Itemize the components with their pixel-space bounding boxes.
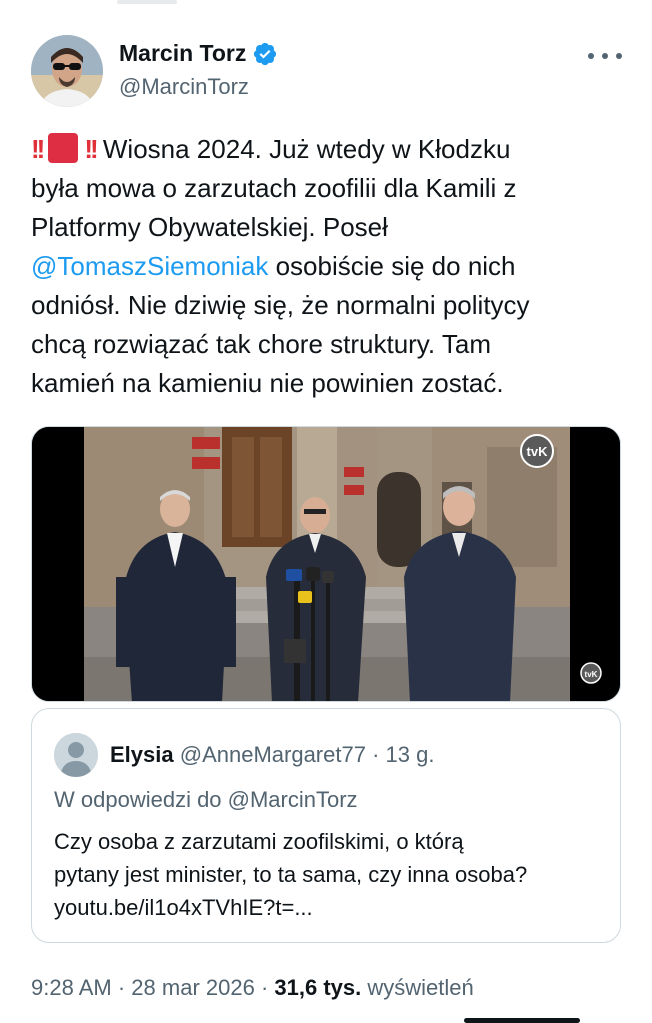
tweet-time[interactable]: 9:28 AM	[31, 975, 112, 1000]
double-exclamation-icon: !!	[84, 134, 98, 164]
home-indicator	[464, 1018, 580, 1023]
tweet-line: !!!! Wiosna 2024. Już wtedy w Kłodzku	[31, 130, 631, 169]
mention-link[interactable]: @TomaszSiemoniak	[31, 251, 268, 281]
quoted-line: Czy osoba z zarzutami zoofilskimi, o któ…	[54, 829, 464, 854]
views-label: wyświetleń	[367, 975, 474, 1000]
quoted-display-name[interactable]: Elysia	[110, 742, 174, 767]
tvk-watermark-top: tvK	[527, 444, 549, 459]
reply-context: W odpowiedzi do @MarcinTorz	[54, 787, 358, 812]
tweet-line: była mowa o zarzutach zoofilii dla Kamil…	[31, 173, 517, 203]
quoted-text: Czy osoba z zarzutami zoofilskimi, o któ…	[54, 825, 614, 924]
tweet-meta: 9:28 AM · 28 mar 2026 · 31,6 tys. wyświe…	[31, 975, 474, 1001]
tweet-line-text: Wiosna 2024. Już wtedy w Kłodzku	[102, 134, 511, 164]
quoted-link[interactable]: youtu.be/il1o4xTVhIE?t=...	[54, 891, 614, 924]
verified-badge-icon	[254, 42, 277, 65]
tweet-line: Platformy Obywatelskiej. Poseł	[31, 212, 388, 242]
tweet-line: chcą rozwiązać tak chore struktury. Tam	[31, 329, 491, 359]
red-square-icon	[48, 133, 79, 163]
quoted-age: 13 g.	[385, 742, 435, 767]
author-handle[interactable]: @MarcinTorz	[119, 74, 249, 100]
tweet-line-text: osobiście się do nich	[268, 251, 516, 281]
quoted-header: Elysia @AnneMargaret77 · 13 g.	[110, 742, 434, 768]
tweet-line: kamień na kamieniu nie powinien zostać.	[31, 368, 504, 398]
tweet-date[interactable]: 28 mar 2026	[131, 975, 255, 1000]
tweet-text: !!!! Wiosna 2024. Już wtedy w Kłodzku by…	[31, 130, 631, 403]
video-thumbnail[interactable]: tvK tvK	[31, 426, 621, 702]
separator-dot: ·	[117, 975, 132, 1000]
author-avatar[interactable]	[31, 35, 103, 107]
quoted-tweet[interactable]: Elysia @AnneMargaret77 · 13 g. W odpowie…	[31, 708, 621, 943]
more-horizontal-icon[interactable]	[588, 50, 622, 62]
double-exclamation-icon: !!	[31, 134, 45, 164]
tweet-line: @TomaszSiemoniak osobiście się do nich	[31, 247, 631, 286]
tweet-header: Marcin Torz @MarcinTorz	[0, 0, 652, 120]
views-count: 31,6 tys.	[274, 975, 362, 1000]
quoted-author-avatar[interactable]	[54, 733, 98, 777]
quoted-handle[interactable]: @AnneMargaret77	[180, 742, 366, 767]
author-display-name[interactable]: Marcin Torz	[119, 40, 246, 67]
author-name-row[interactable]: Marcin Torz	[119, 40, 278, 67]
separator-dot: ·	[260, 975, 275, 1000]
quoted-line: pytany jest minister, to ta sama, czy in…	[54, 862, 528, 887]
separator-dot: ·	[372, 742, 380, 767]
tweet-line: odniósł. Nie dziwię się, że normalni pol…	[31, 290, 530, 320]
tvk-watermark-bottom: tvK	[585, 670, 598, 679]
